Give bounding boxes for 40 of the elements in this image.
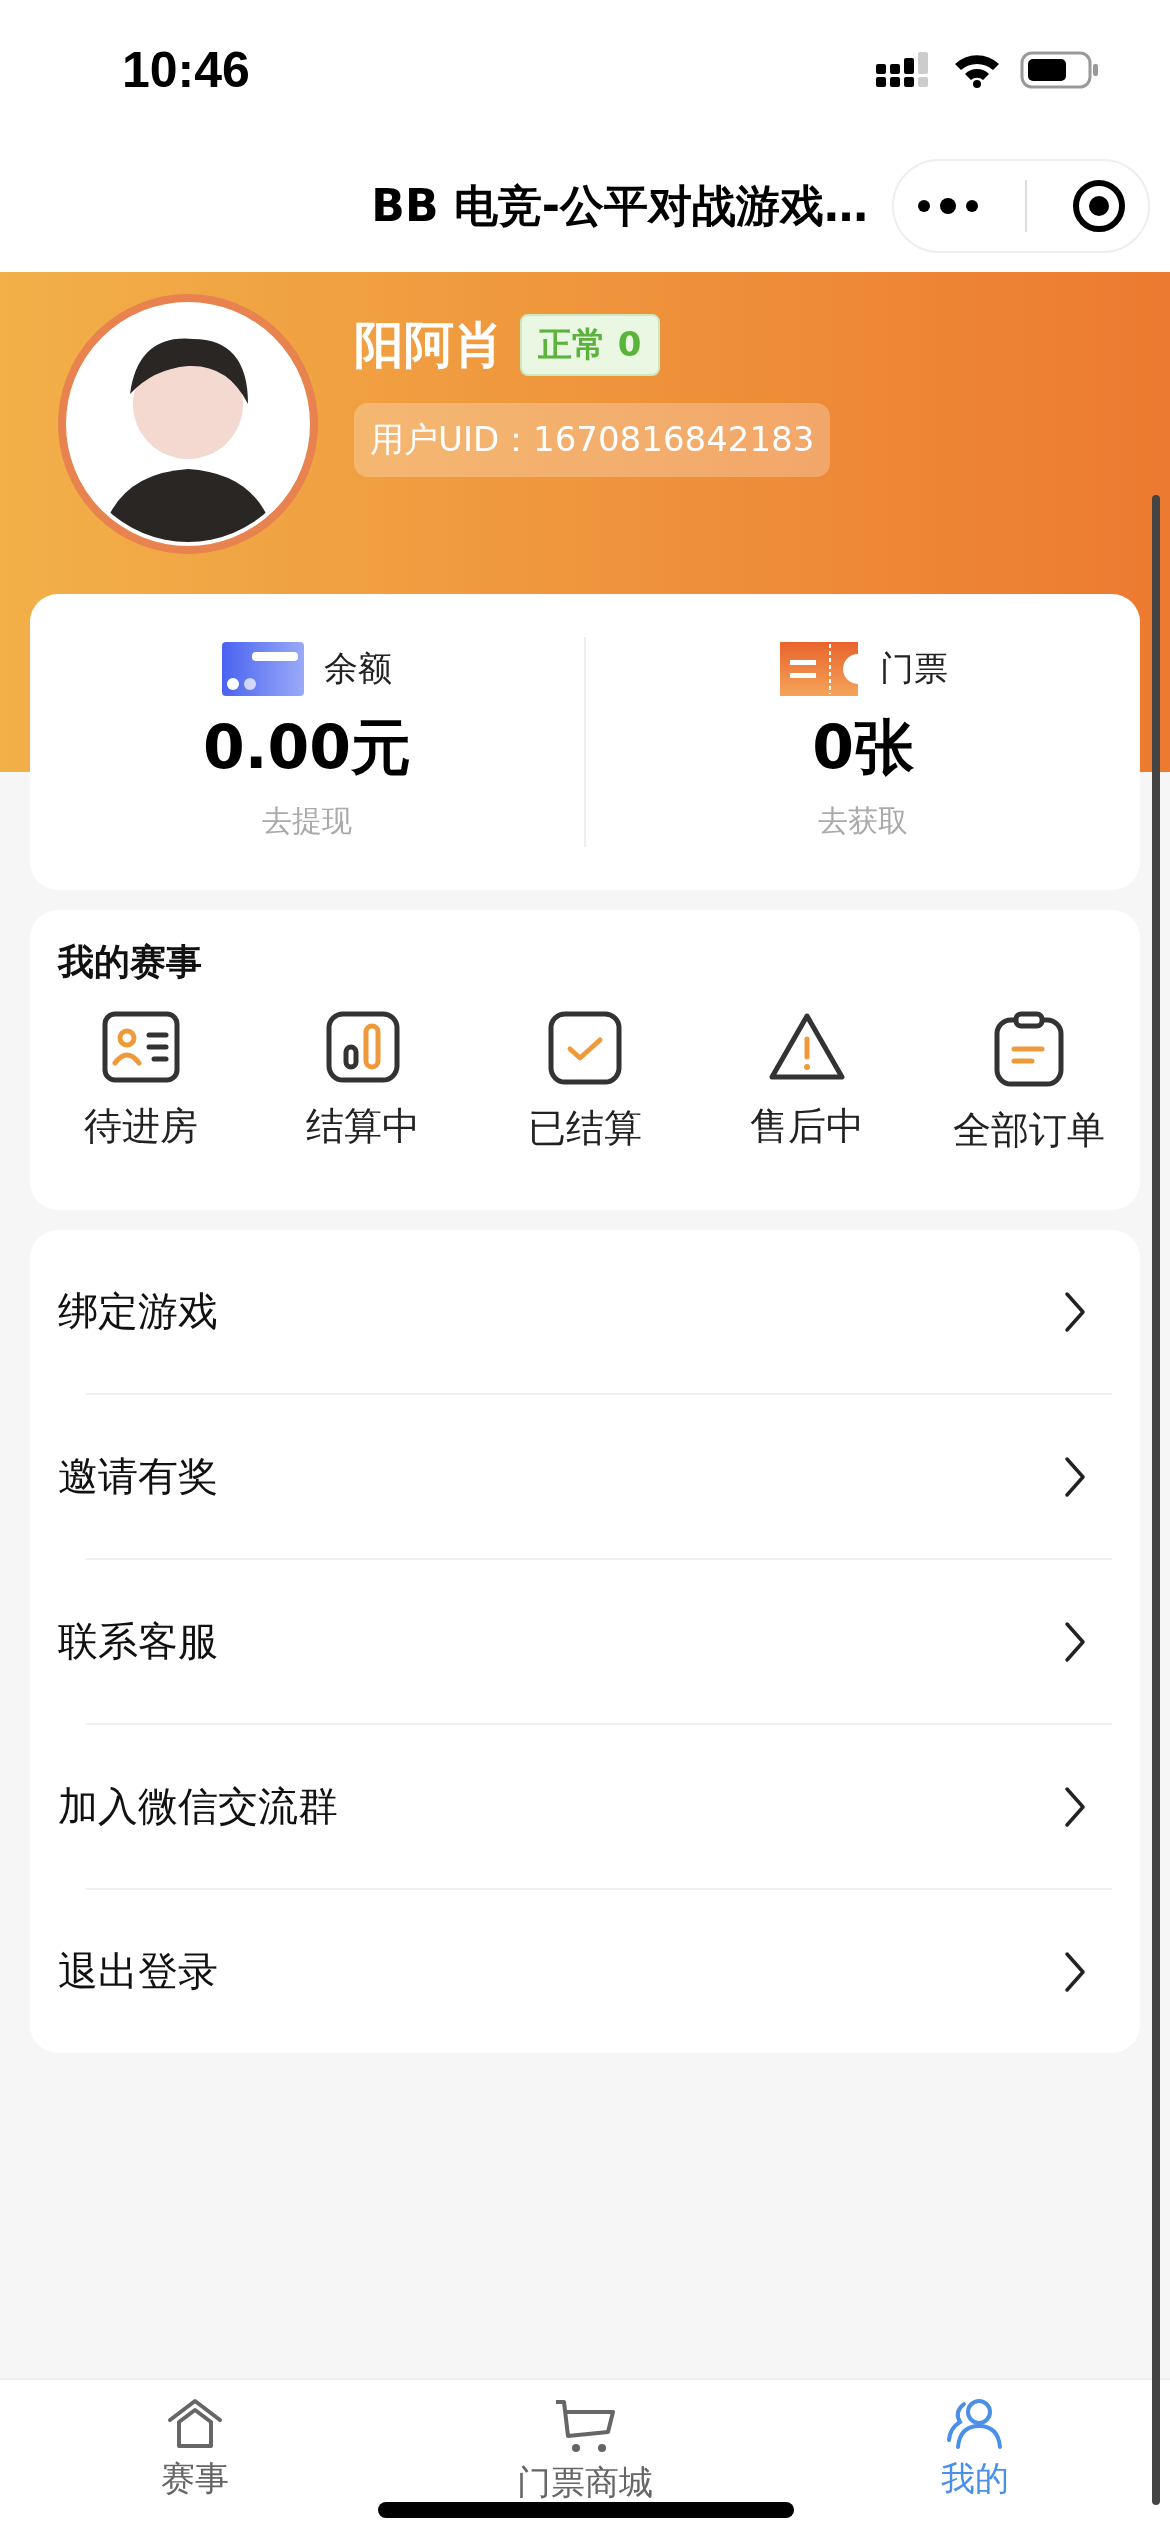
close-target-icon[interactable] (1071, 179, 1126, 233)
status-time: 10:46 (122, 41, 250, 99)
user-icon (946, 2398, 1004, 2450)
menu-item[interactable]: 加入微信交流群 (58, 1725, 1112, 1888)
wallet-label: 余额 (324, 647, 392, 690)
menu-item[interactable]: 退出登录 (58, 1890, 1112, 2053)
wallet-value: 0.00元 (202, 711, 411, 784)
wallet-label: 门票 (880, 647, 948, 690)
bar-chart-icon (326, 1011, 400, 1083)
event-shortcut[interactable]: 售后中 (707, 1011, 907, 1156)
user-uid: 用户UID：1670816842183 (354, 402, 831, 477)
more-icon[interactable] (916, 196, 981, 216)
event-shortcut[interactable]: 结算中 (263, 1011, 463, 1156)
menu-item[interactable]: 绑定游戏 (58, 1230, 1112, 1393)
event-shortcut[interactable]: 待进房 (41, 1011, 241, 1156)
cart-icon (554, 2398, 616, 2454)
user-name: 阳阿肖 (354, 314, 504, 376)
tab[interactable]: 赛事 (0, 2380, 390, 2532)
chevron-right-icon (1064, 1620, 1086, 1663)
warning-icon (768, 1011, 846, 1083)
checkbox-icon (548, 1011, 622, 1085)
status-badge: 正常 0 (520, 314, 660, 376)
tab[interactable]: 门票商城 (390, 2380, 780, 2532)
chevron-right-icon (1064, 1785, 1086, 1828)
menu-item[interactable]: 联系客服 (58, 1560, 1112, 1723)
chevron-right-icon (1064, 1950, 1086, 1993)
event-shortcut[interactable]: 全部订单 (929, 1011, 1129, 1156)
page-title: BB 电竞-公平对战游戏… (371, 178, 868, 233)
card-icon (222, 642, 304, 696)
battery-icon (1020, 51, 1100, 89)
section-title: 我的赛事 (58, 940, 202, 984)
chevron-right-icon (1064, 1455, 1086, 1498)
clipboard-icon (994, 1011, 1064, 1087)
wallet-value: 0张 (812, 711, 914, 784)
event-shortcut[interactable]: 已结算 (485, 1011, 685, 1156)
home-icon (167, 2398, 223, 2450)
menu-item[interactable]: 邀请有奖 (58, 1395, 1112, 1558)
id-card-icon (102, 1011, 180, 1083)
chevron-right-icon (1064, 1290, 1086, 1333)
ticket-icon (778, 642, 860, 696)
